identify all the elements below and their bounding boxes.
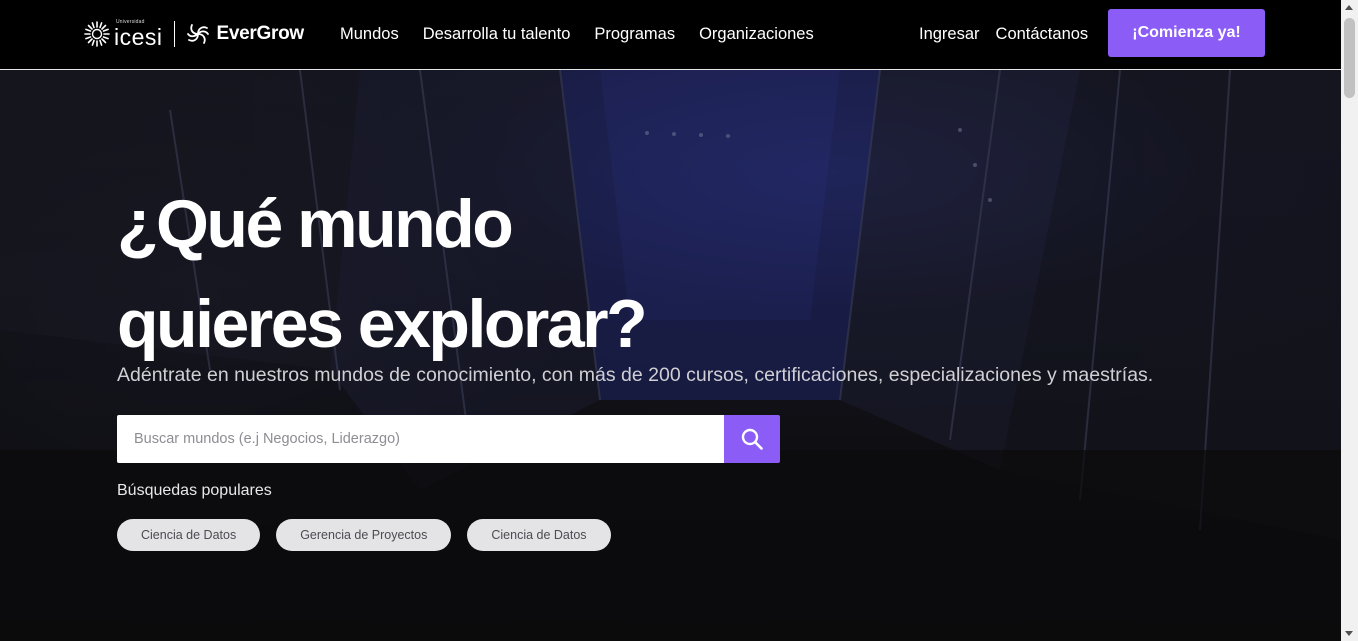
nav-item-mundos[interactable]: Mundos: [340, 25, 399, 44]
logo-divider: [173, 21, 175, 47]
popular-search-chip[interactable]: Gerencia de Proyectos: [276, 519, 452, 551]
brand-logo[interactable]: Universidad icesi EverGrow: [82, 18, 304, 50]
page-scrollbar[interactable]: [1341, 0, 1358, 641]
hero-title-line-2: quieres explorar?: [117, 286, 648, 362]
popular-search-chip[interactable]: Ciencia de Datos: [117, 519, 261, 551]
university-name: icesi: [114, 23, 163, 50]
popular-searches-list: Ciencia de Datos Gerencia de Proyectos C…: [117, 519, 627, 551]
main-nav: Mundos Desarrolla tu talento Programas O…: [340, 0, 838, 69]
icesi-wordmark: Universidad icesi: [114, 19, 163, 50]
scroll-thumb[interactable]: [1344, 18, 1355, 98]
evergrow-swirl-icon: [186, 24, 209, 44]
nav-item-organizaciones[interactable]: Organizaciones: [699, 25, 814, 44]
search-input[interactable]: [117, 415, 724, 463]
scroll-up-arrow-icon[interactable]: [1345, 5, 1353, 10]
icesi-sun-icon: [84, 21, 110, 47]
account-nav: Ingresar Contáctanos: [919, 0, 1104, 69]
search-button[interactable]: [724, 415, 780, 463]
scroll-down-arrow-icon[interactable]: [1345, 631, 1353, 636]
nav-item-desarrolla-tu-talento[interactable]: Desarrolla tu talento: [423, 25, 571, 44]
page: Universidad icesi EverGrow Mundos Desarr…: [0, 0, 1341, 641]
get-started-button[interactable]: ¡Comienza ya!: [1108, 9, 1265, 57]
nav-item-programas[interactable]: Programas: [594, 25, 675, 44]
evergrow-wordmark: EverGrow: [216, 23, 305, 44]
hero-subtitle: Adéntrate en nuestros mundos de conocimi…: [117, 364, 1154, 386]
popular-searches-title: Búsquedas populares: [117, 482, 272, 499]
hero-title-line-1: ¿Qué mundo: [117, 186, 514, 262]
login-link[interactable]: Ingresar: [919, 25, 980, 44]
search-bar: [117, 415, 780, 463]
search-icon: [741, 428, 763, 450]
top-navigation-bar: Universidad icesi EverGrow Mundos Desarr…: [0, 0, 1341, 70]
hero-title: ¿Qué mundo quieres explorar?: [117, 174, 648, 374]
contact-link[interactable]: Contáctanos: [996, 25, 1089, 44]
hero-section: ¿Qué mundo quieres explorar? Adéntrate e…: [0, 70, 1341, 641]
popular-search-chip[interactable]: Ciencia de Datos: [467, 519, 611, 551]
